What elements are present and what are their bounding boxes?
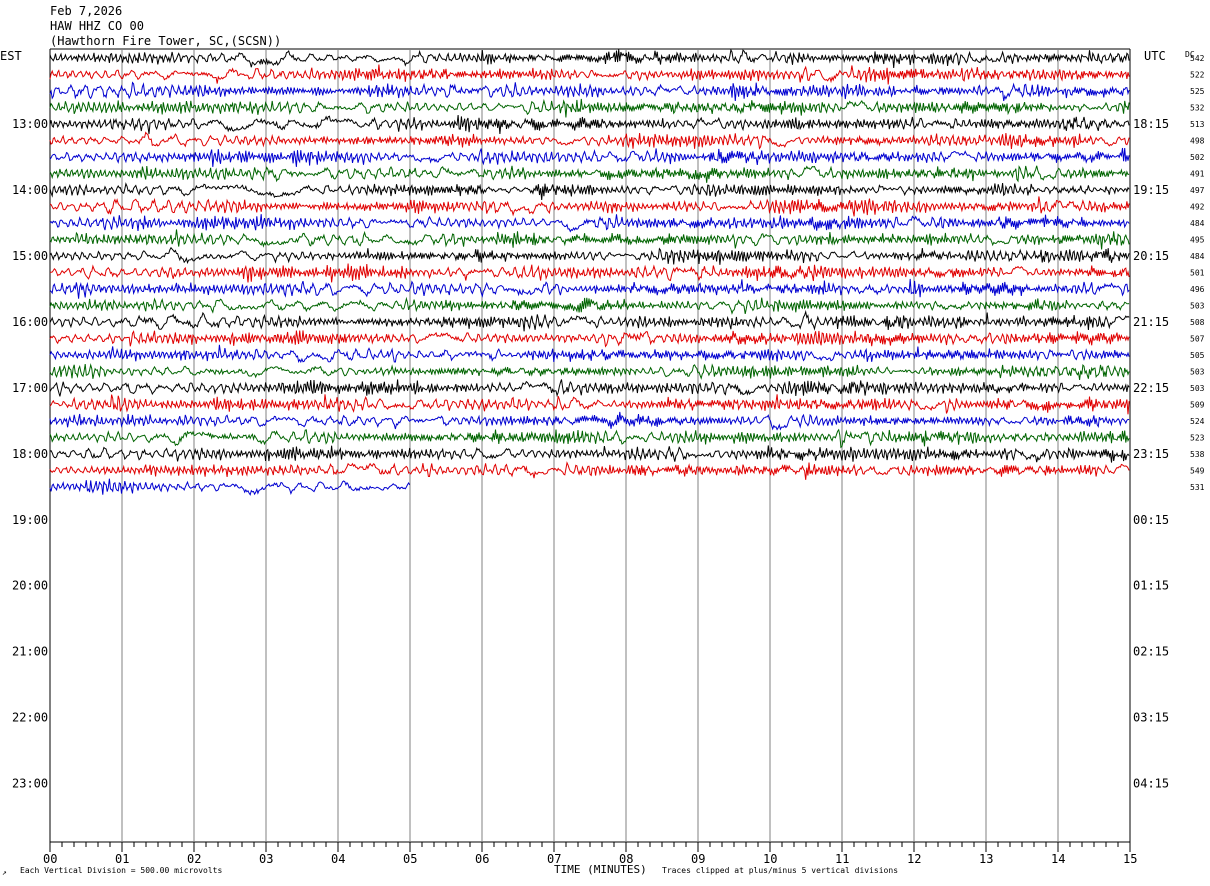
row-dc-value: 522 <box>1190 70 1205 79</box>
row-dc-value: 524 <box>1190 417 1205 426</box>
x-tick-label: 09 <box>691 852 705 866</box>
row-dc-value: 501 <box>1190 268 1205 277</box>
row-dc-value: 495 <box>1190 235 1205 244</box>
right-hour-label: 04:15 <box>1133 777 1169 791</box>
row-dc-value: 503 <box>1190 384 1205 393</box>
x-tick-label: 11 <box>835 852 849 866</box>
left-hour-label: 17:00 <box>12 381 48 395</box>
corner-arrow-icon: ↗ <box>2 868 7 877</box>
seismic-trace-row <box>49 196 1130 217</box>
seismic-trace-row <box>49 81 1130 102</box>
left-hour-label: 21:00 <box>12 645 48 659</box>
right-hour-label: 18:15 <box>1133 117 1169 131</box>
left-timezone-label: EST <box>0 49 22 63</box>
x-tick-label: 00 <box>43 852 57 866</box>
x-tick-label: 06 <box>475 852 489 866</box>
right-hour-label: 20:15 <box>1133 249 1169 263</box>
seismic-trace-row <box>49 411 1130 431</box>
x-axis-title: TIME (MINUTES) <box>554 863 647 876</box>
seismic-trace-row <box>49 229 1130 250</box>
x-tick-label: 14 <box>1051 852 1065 866</box>
x-tick-label: 13 <box>979 852 993 866</box>
seismic-trace-row <box>49 131 1130 150</box>
row-dc-value: 531 <box>1190 483 1205 492</box>
seismic-trace-row <box>49 296 1130 315</box>
x-tick-label: 10 <box>763 852 777 866</box>
seismic-trace-row <box>49 363 1130 380</box>
seismic-trace-row <box>49 165 1130 183</box>
row-dc-value: 538 <box>1190 450 1205 459</box>
left-hour-label: 16:00 <box>12 315 48 329</box>
row-dc-value: 498 <box>1190 136 1205 145</box>
row-dc-value: 542 <box>1190 54 1205 63</box>
right-hour-label: 01:15 <box>1133 579 1169 593</box>
left-hour-label: 23:00 <box>12 777 48 791</box>
seismic-trace-row <box>49 182 1130 200</box>
right-hour-label: 02:15 <box>1133 645 1169 659</box>
seismic-trace-row <box>49 147 1130 167</box>
row-dc-value: 525 <box>1190 87 1205 96</box>
seismic-trace-row <box>49 64 1130 85</box>
row-dc-value: 484 <box>1190 252 1205 261</box>
left-hour-label: 15:00 <box>12 249 48 263</box>
row-dc-value: 507 <box>1190 334 1205 343</box>
row-dc-value: 502 <box>1190 153 1205 162</box>
seismic-trace-row <box>49 278 1130 299</box>
row-dc-value: 503 <box>1190 367 1205 376</box>
row-dc-value: 496 <box>1190 285 1205 294</box>
seismic-trace-row <box>49 379 1130 398</box>
right-hour-label: 19:15 <box>1133 183 1169 197</box>
row-dc-value: 503 <box>1190 301 1205 310</box>
left-hour-label: 19:00 <box>12 513 48 527</box>
vertical-scale-note: Each Vertical Division = 500.00 microvol… <box>20 866 223 875</box>
row-dc-value: 505 <box>1190 351 1205 360</box>
helicorder-plot: EST UTC DC 00 01 02 03 04 05 06 07 08 09 10 11 12 13 1… <box>0 48 1205 866</box>
seismic-trace-row <box>49 394 1130 415</box>
left-hour-label: 18:00 <box>12 447 48 461</box>
row-dc-value: 532 <box>1190 103 1205 112</box>
left-hour-label: 20:00 <box>12 579 48 593</box>
right-hour-label: 03:15 <box>1133 711 1169 725</box>
right-hour-label: 21:15 <box>1133 315 1169 329</box>
seismic-trace-row <box>49 330 1130 348</box>
seismic-trace-row <box>49 263 1130 283</box>
row-dc-value: 508 <box>1190 318 1205 327</box>
seismic-trace-row <box>49 428 1130 449</box>
left-hour-label: 14:00 <box>12 183 48 197</box>
row-dc-value: 484 <box>1190 219 1205 228</box>
row-dc-value: 513 <box>1190 120 1205 129</box>
x-tick-label: 15 <box>1123 852 1137 866</box>
right-timezone-label: UTC <box>1144 49 1166 63</box>
seismic-trace-row <box>49 114 1130 135</box>
row-dc-value: 491 <box>1190 169 1205 178</box>
seismic-trace-row <box>49 344 1130 364</box>
x-tick-label: 01 <box>115 852 129 866</box>
seismic-trace-row <box>49 98 1130 118</box>
seismic-trace-row <box>49 461 1130 480</box>
x-tick-label: 02 <box>187 852 201 866</box>
row-dc-value: 509 <box>1190 400 1205 409</box>
row-dc-value: 492 <box>1190 202 1205 211</box>
x-tick-label: 04 <box>331 852 345 866</box>
seismic-trace-row <box>49 309 1130 332</box>
row-dc-value: 497 <box>1190 186 1205 195</box>
row-dc-value: 523 <box>1190 433 1205 442</box>
seismic-trace-row <box>49 48 1130 69</box>
x-tick-label: 03 <box>259 852 273 866</box>
seismic-trace-row <box>49 246 1130 265</box>
right-hour-label: 23:15 <box>1133 447 1169 461</box>
left-hour-label: 13:00 <box>12 117 48 131</box>
seismic-trace-row <box>49 478 411 496</box>
seismic-trace-row <box>49 445 1130 463</box>
seismic-trace-row <box>49 214 1130 233</box>
left-hour-label: 22:00 <box>12 711 48 725</box>
clip-note: Traces clipped at plus/minus 5 vertical … <box>662 866 899 875</box>
right-hour-label: 00:15 <box>1133 513 1169 527</box>
row-dc-value: 549 <box>1190 466 1205 475</box>
right-hour-label: 22:15 <box>1133 381 1169 395</box>
x-tick-label: 12 <box>907 852 921 866</box>
x-tick-label: 05 <box>403 852 417 866</box>
